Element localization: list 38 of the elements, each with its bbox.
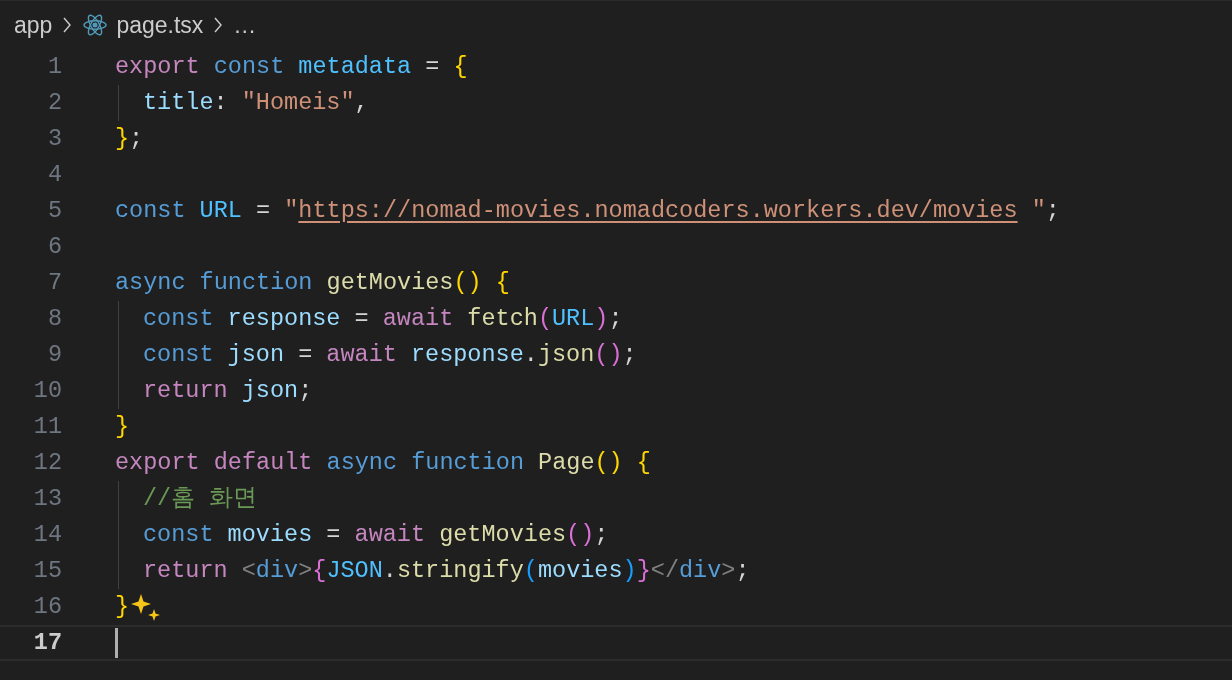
code-text: export const metadata = { (115, 52, 468, 83)
line-number: 2 (46, 88, 62, 119)
line-number: 16 (32, 592, 62, 623)
code-text: return <div>{JSON.stringify(movies)}</div>; (142, 556, 750, 587)
line-number: 1 (46, 52, 62, 83)
line-number: 4 (46, 160, 62, 191)
code-text: const URL = "https://nomad-movies.nomadcoders.workers.dev/movies "; (115, 196, 1060, 227)
line-number: 11 (32, 412, 62, 443)
code-text: const response = await fetch(URL); (142, 304, 623, 335)
code-text: } (115, 412, 130, 443)
code-text: async function getMovies() { (115, 268, 510, 299)
line-number: 6 (46, 232, 62, 263)
code-text: } (115, 592, 130, 623)
chevron-right-icon (213, 16, 224, 34)
breadcrumb-folder[interactable]: app (14, 7, 53, 43)
line-number: 7 (46, 268, 62, 299)
line-number: 9 (46, 340, 62, 371)
line-number: 17 (32, 628, 62, 659)
text-cursor (115, 628, 118, 658)
code-text: const json = await response.json(); (142, 340, 637, 371)
code-text: return json; (142, 376, 313, 407)
line-number: 3 (46, 124, 62, 155)
react-atom-icon (82, 12, 109, 38)
line-number: 13 (32, 484, 62, 515)
code-text: export default async function Page() { (115, 448, 651, 479)
code-text: //홈 화면 (142, 484, 258, 515)
line-number: 12 (32, 448, 62, 479)
line-number: 15 (32, 556, 62, 587)
breadcrumb-file[interactable]: page.tsx (116, 7, 204, 43)
code-text: }; (115, 124, 144, 155)
line-number: 14 (32, 520, 62, 551)
line-number: 10 (32, 376, 62, 407)
line-number: 5 (46, 196, 62, 227)
line-number: 8 (46, 304, 62, 335)
code-text: const movies = await getMovies(); (142, 520, 609, 551)
breadcrumb-more[interactable]: … (233, 7, 257, 43)
chevron-right-icon (62, 16, 73, 34)
code-text: title: "Homeis", (142, 88, 369, 119)
